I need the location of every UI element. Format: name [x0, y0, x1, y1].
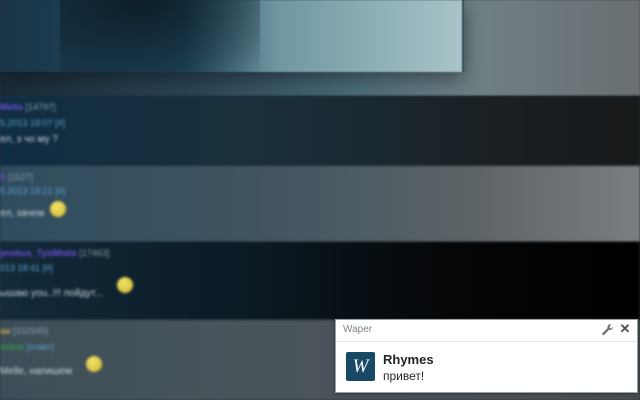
- post-reply-link[interactable]: [#]: [55, 118, 65, 128]
- notification-header: Waper ✕: [336, 320, 637, 342]
- post-author[interactable]: ан: [0, 326, 10, 336]
- post-reply-link[interactable]: [ответ]: [27, 342, 54, 352]
- close-icon[interactable]: ✕: [618, 322, 632, 336]
- background-banner-image: [0, 0, 464, 72]
- desktop-notification[interactable]: Waper ✕ W Rhymes привет!: [335, 319, 638, 393]
- post-reply-link[interactable]: [#]: [55, 186, 65, 196]
- post-count: [1527]: [8, 172, 34, 182]
- post-status: online: [0, 342, 25, 352]
- notification-body: привет!: [383, 369, 425, 383]
- chat-post: Mello [14797] 5.2013 18:07 [#] ел, з чо …: [0, 96, 640, 166]
- app-logo-icon: W: [346, 352, 375, 381]
- post-date: 013 18:41: [0, 263, 41, 273]
- post-text: Melle, напишем: [0, 366, 72, 377]
- post-count: [332945]: [12, 326, 49, 336]
- post-count: [17463]: [79, 248, 110, 258]
- smiley-icon: [50, 201, 66, 217]
- post-text: ел, з чо му ?: [0, 134, 58, 145]
- post-date: 5.2013 18:07: [0, 118, 53, 128]
- smiley-icon: [86, 356, 102, 372]
- background-header: [0, 0, 640, 96]
- post-author[interactable]: Mello: [0, 102, 23, 112]
- chat-post: h [1527] 5.2013 19:21 [#] ел, зачем: [0, 166, 640, 242]
- chat-post: jerekus_TyaiMatie [17463] 013 18:41 [#] …: [0, 242, 640, 320]
- post-text: ышаю you..!!! пойдут...: [0, 288, 104, 299]
- post-count: [14797]: [25, 102, 56, 112]
- wrench-icon[interactable]: [601, 323, 615, 337]
- post-date: 5.2013 19:21: [0, 186, 53, 196]
- post-reply-link[interactable]: [#]: [43, 263, 53, 273]
- post-text: ел, зачем: [0, 208, 45, 219]
- post-author[interactable]: h: [0, 172, 6, 182]
- post-author[interactable]: jerekus_TyaiMatie: [0, 248, 77, 258]
- notification-title: Rhymes: [383, 352, 434, 367]
- smiley-icon: [117, 277, 133, 293]
- notification-app-name: Waper: [343, 324, 373, 335]
